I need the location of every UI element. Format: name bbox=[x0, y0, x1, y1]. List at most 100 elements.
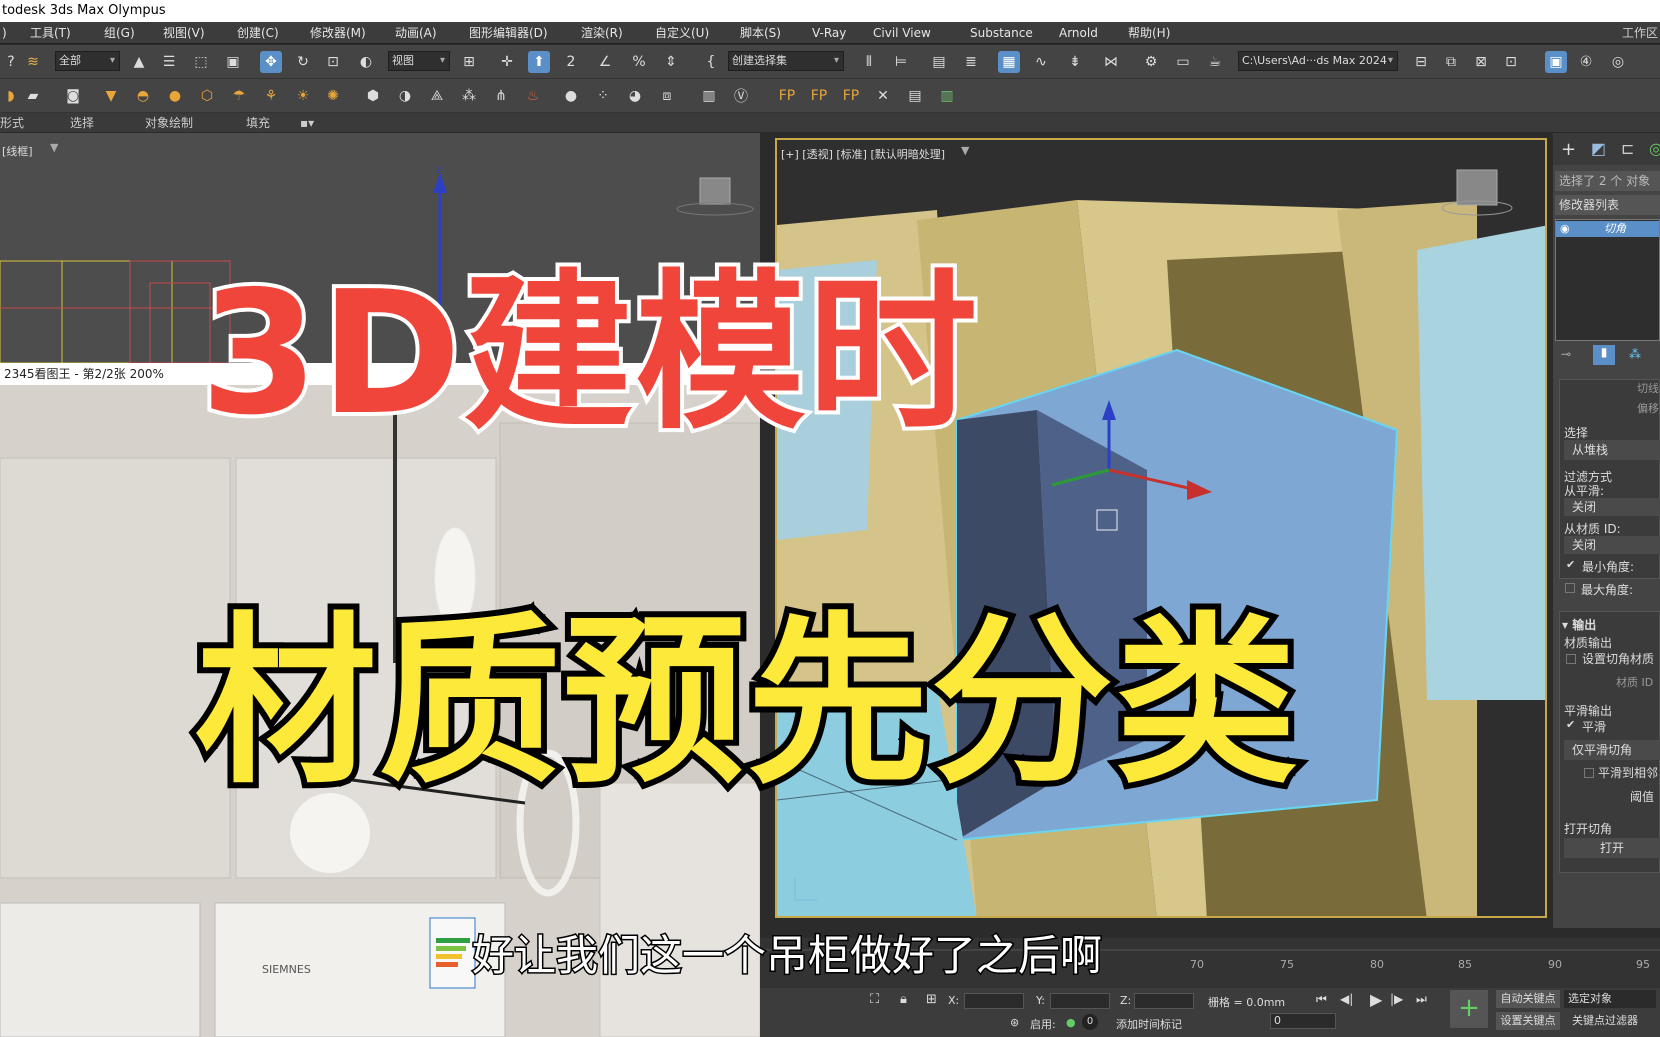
camera-icon[interactable]: ▰ bbox=[22, 85, 44, 107]
max-angle-checkbox[interactable] bbox=[1565, 583, 1575, 593]
grass-icon[interactable]: ⋔ bbox=[490, 85, 512, 107]
modify-tab-icon[interactable]: ◩ bbox=[1591, 139, 1606, 158]
time-counter[interactable]: 0 bbox=[1082, 1014, 1098, 1030]
modifier-list-dropdown[interactable]: 修改器列表 bbox=[1555, 195, 1660, 215]
prev-frame-icon[interactable]: ◀| bbox=[1340, 992, 1353, 1006]
modifier-stack[interactable]: ◉ 切角 bbox=[1555, 219, 1660, 341]
ribbon-tab-select[interactable]: 选择 bbox=[70, 113, 94, 133]
x-field[interactable] bbox=[964, 993, 1024, 1009]
sphere-fade-icon[interactable]: ◑ bbox=[394, 85, 416, 107]
window-crossing-icon[interactable]: ▣ bbox=[222, 51, 244, 73]
project-icon-4[interactable]: ⊡ bbox=[1500, 51, 1522, 73]
link-icon[interactable]: ≋ bbox=[22, 51, 44, 73]
menu-create[interactable]: 创建(C) bbox=[237, 22, 279, 44]
menu-modifiers[interactable]: 修改器(M) bbox=[310, 22, 366, 44]
menu-customize[interactable]: 自定义(U) bbox=[655, 22, 709, 44]
menu-rendering[interactable]: 渲染(R) bbox=[581, 22, 623, 44]
spinner-snap-icon[interactable]: ⇕ bbox=[660, 51, 682, 73]
render-setup-icon[interactable]: ⚙ bbox=[1140, 51, 1162, 73]
plane-light-icon[interactable]: ▼ bbox=[100, 85, 122, 107]
workspace-label[interactable]: 工作区 bbox=[1622, 22, 1658, 44]
curve-editor-icon[interactable]: ∿ bbox=[1030, 51, 1052, 73]
fp-icon-1[interactable]: FP bbox=[776, 85, 798, 107]
frame-field[interactable]: 0 bbox=[1270, 1013, 1336, 1029]
mirror-icon[interactable]: ⫴ bbox=[858, 51, 880, 73]
material-lib-icon[interactable]: ⧈ bbox=[656, 85, 678, 107]
z-field[interactable] bbox=[1134, 993, 1194, 1009]
menu-vray[interactable]: V-Ray bbox=[812, 22, 846, 44]
ribbon-tab-populate[interactable]: 填充 bbox=[246, 113, 270, 133]
multi-material-icon[interactable]: ⁘ bbox=[592, 85, 614, 107]
fire-icon[interactable]: ♨ bbox=[522, 85, 544, 107]
transform-gizmo-icon[interactable]: ✛ bbox=[496, 51, 518, 73]
frame-buffer-icon[interactable]: ▥ bbox=[698, 85, 720, 107]
add-time-tag-label[interactable]: 添加时间标记 bbox=[1116, 1016, 1182, 1032]
mat-id-filter-dropdown[interactable]: 关闭 bbox=[1564, 536, 1660, 554]
sun-icon[interactable]: ☀ bbox=[292, 85, 314, 107]
menu-help[interactable]: 帮助(H) bbox=[1128, 22, 1170, 44]
ies-light-icon[interactable]: ☂ bbox=[228, 85, 250, 107]
align-icon[interactable]: ⊨ bbox=[890, 51, 912, 73]
fur-icon[interactable]: ⁂ bbox=[458, 85, 480, 107]
rect-selection-icon[interactable]: ⬚ bbox=[190, 51, 212, 73]
create-tab-icon[interactable]: + bbox=[1561, 139, 1576, 160]
selection-filter-dropdown[interactable]: 全部 bbox=[55, 51, 120, 71]
layer-manager-icon[interactable]: ≣ bbox=[960, 51, 982, 73]
pin-stack-icon[interactable]: ⊸ bbox=[1561, 347, 1571, 361]
set-key-button[interactable]: 设置关键点 bbox=[1496, 1012, 1560, 1030]
from-stack-dropdown[interactable]: 从堆栈 bbox=[1564, 440, 1660, 460]
key-filter-button[interactable]: 关键点过滤器 bbox=[1572, 1012, 1638, 1028]
tools-icon[interactable]: ✕ bbox=[872, 85, 894, 107]
angle-snap-icon[interactable]: ∠ bbox=[594, 51, 616, 73]
move-icon[interactable]: ✥ bbox=[260, 51, 282, 73]
vray-logo-icon[interactable]: Ⓥ bbox=[730, 85, 752, 107]
min-angle-checkbox[interactable]: ✔ bbox=[1566, 558, 1575, 571]
set-chamfer-mat-checkbox[interactable] bbox=[1566, 654, 1576, 664]
project-icon-3[interactable]: ⊠ bbox=[1470, 51, 1492, 73]
reference-coord-dropdown[interactable]: 视图 bbox=[388, 51, 450, 71]
selection-set-dropdown[interactable]: 选定对象 bbox=[1564, 990, 1656, 1008]
visibility-eye-icon[interactable]: ◉ bbox=[1560, 221, 1570, 237]
select-object-icon[interactable]: ▲ bbox=[128, 51, 150, 73]
enable-indicator-icon[interactable]: ● bbox=[1066, 1016, 1076, 1029]
book-icon[interactable]: ▥ bbox=[936, 85, 958, 107]
schematic-view-icon[interactable]: ⇟ bbox=[1064, 51, 1086, 73]
scale-icon[interactable]: ⊡ bbox=[322, 51, 344, 73]
menu-group[interactable]: 组(G) bbox=[104, 22, 135, 44]
pivot-icon[interactable]: ⊞ bbox=[458, 51, 480, 73]
save-icon[interactable]: ▣ bbox=[1545, 51, 1567, 73]
help-icon[interactable]: ? bbox=[0, 51, 22, 73]
menu-animation[interactable]: 动画(A) bbox=[395, 22, 437, 44]
isolate-icon[interactable]: ⛶ bbox=[870, 992, 879, 1007]
place-icon[interactable]: ◐ bbox=[355, 51, 377, 73]
dome-light-icon[interactable]: ◓ bbox=[132, 85, 154, 107]
named-selection-dropdown[interactable]: 创建选择集 bbox=[728, 51, 844, 71]
next-frame-icon[interactable]: |▶ bbox=[1390, 992, 1403, 1006]
output-rollout-header[interactable]: ▾ 输出 bbox=[1562, 616, 1596, 633]
hierarchy-tab-icon[interactable]: ⊏ bbox=[1621, 139, 1634, 158]
lock-icon[interactable]: 🔒︎ bbox=[900, 992, 907, 1007]
render-icon[interactable]: ☕ bbox=[1204, 51, 1226, 73]
mesh-light-icon[interactable]: ⬡ bbox=[196, 85, 218, 107]
smooth-mode-dropdown[interactable]: 仅平滑切角 bbox=[1564, 740, 1660, 760]
snap-icon[interactable]: 2 bbox=[560, 51, 582, 73]
edit-named-sets-icon[interactable]: { bbox=[700, 51, 722, 73]
layer-explorer-icon[interactable]: ▤ bbox=[928, 51, 950, 73]
percent-snap-icon[interactable]: % bbox=[628, 51, 650, 73]
menu-view[interactable]: 视图(V) bbox=[163, 22, 205, 44]
plane-icon[interactable]: ⟁ bbox=[426, 85, 448, 107]
modifier-item-chamfer[interactable]: ◉ 切角 bbox=[1556, 221, 1659, 237]
go-to-start-icon[interactable]: ⏮ bbox=[1316, 992, 1327, 1007]
sphere-light-icon[interactable]: ● bbox=[164, 85, 186, 107]
smooth-checkbox[interactable]: ✔ bbox=[1566, 718, 1575, 731]
project-icon-1[interactable]: ⊟ bbox=[1410, 51, 1432, 73]
material-editor-icon[interactable]: ⋈ bbox=[1100, 51, 1122, 73]
light-icon[interactable]: ◗ bbox=[0, 85, 22, 107]
sky-icon[interactable]: ✺ bbox=[322, 85, 344, 107]
smooth-filter-dropdown[interactable]: 关闭 bbox=[1564, 498, 1660, 516]
ribbon-tab-paint[interactable]: 对象绘制 bbox=[145, 113, 193, 133]
go-to-end-icon[interactable]: ⏭ bbox=[1416, 992, 1427, 1007]
ribbon-options-icon[interactable]: ▪▾ bbox=[300, 113, 314, 133]
menu-scripting[interactable]: 脚本(S) bbox=[740, 22, 781, 44]
ribbon-toggle-icon[interactable]: ▦ bbox=[998, 51, 1020, 73]
